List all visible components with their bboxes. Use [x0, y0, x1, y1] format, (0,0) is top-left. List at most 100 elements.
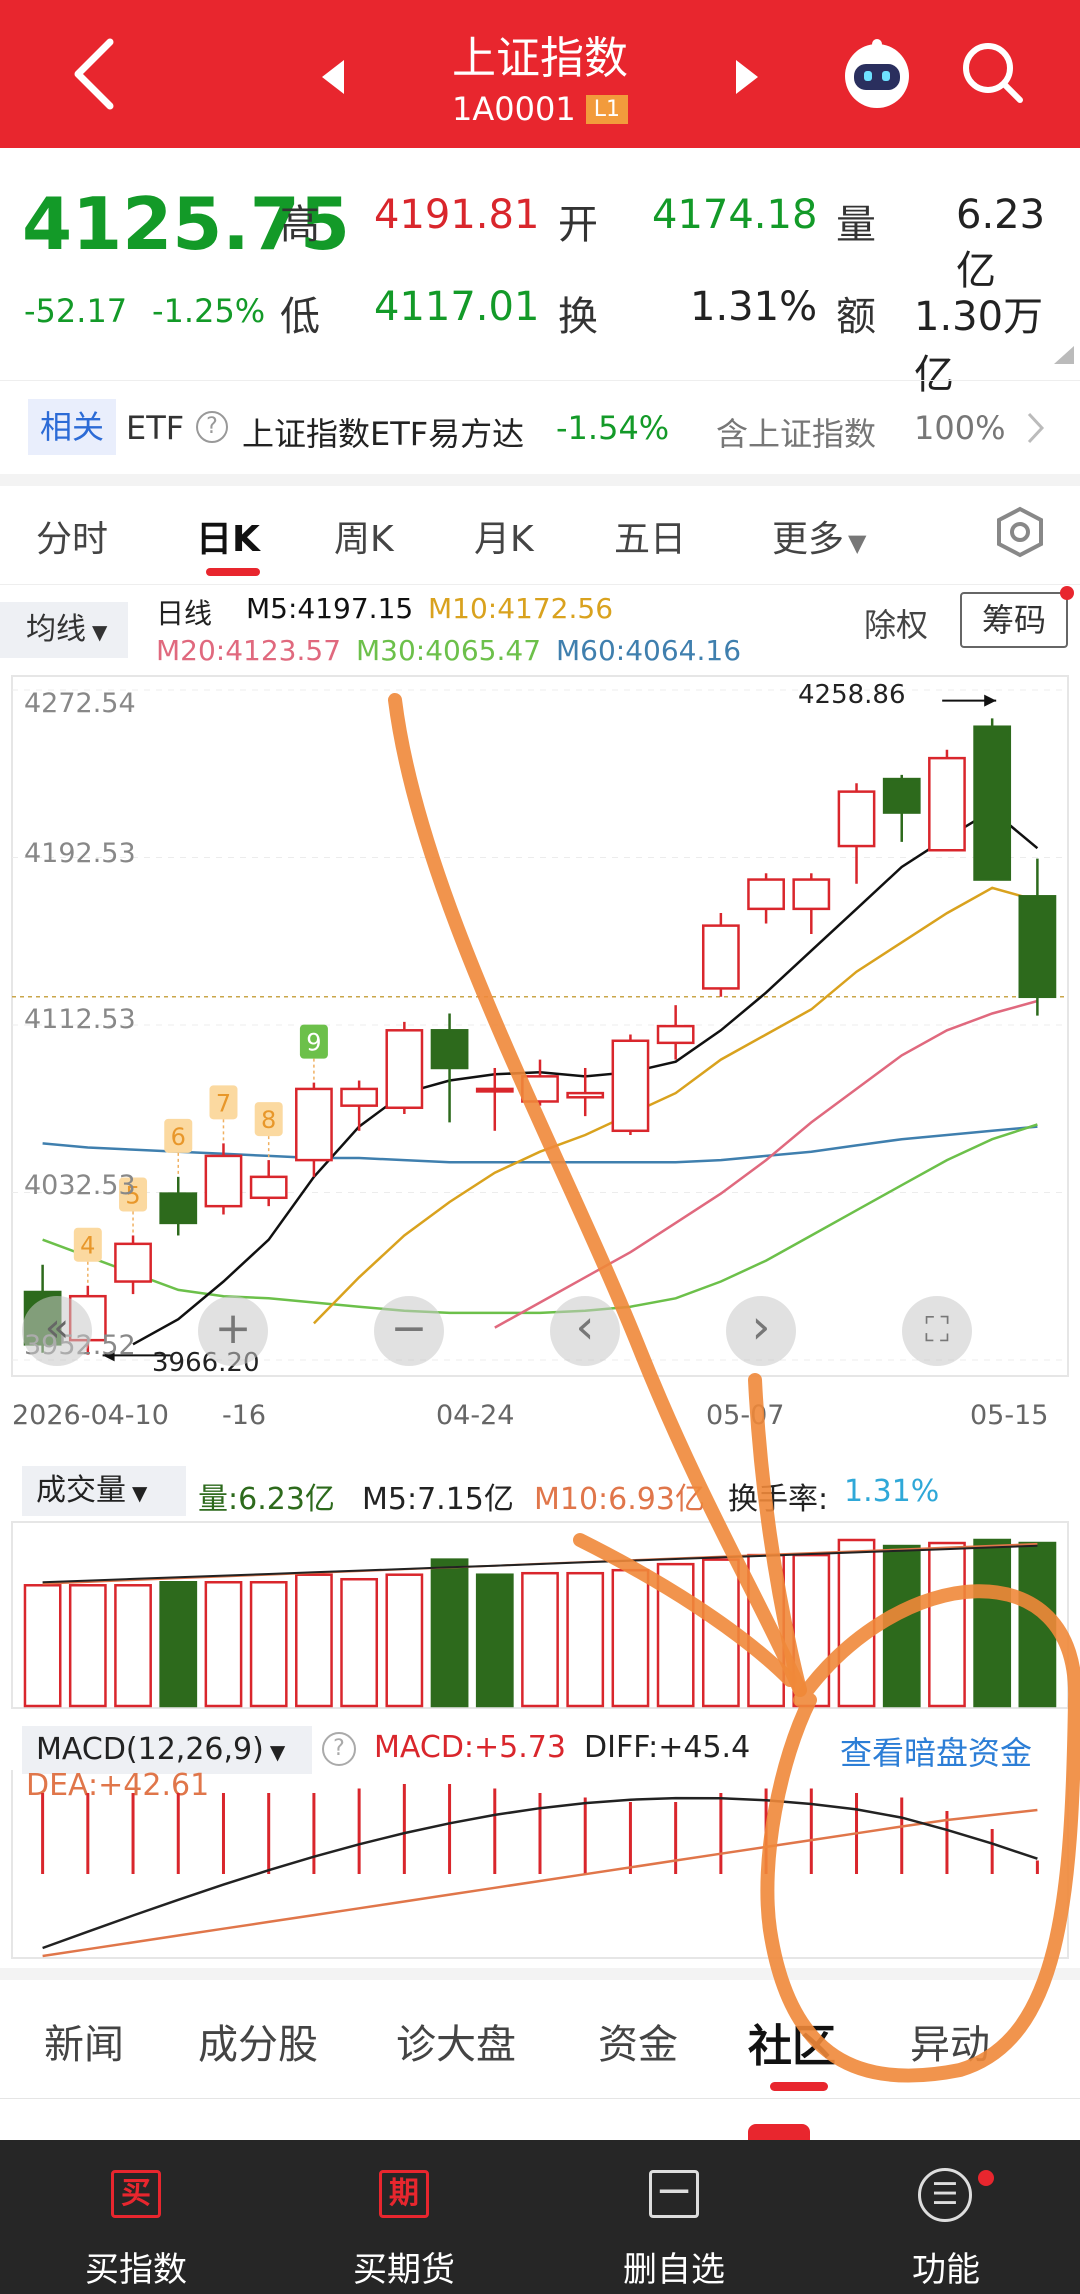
candle-up — [747, 878, 785, 911]
robot-assistant-icon[interactable] — [838, 38, 916, 110]
volume-bar-up — [701, 1558, 740, 1708]
candle-down — [1018, 895, 1057, 999]
chips-button[interactable]: 筹码 — [960, 592, 1068, 648]
volume-bar-down — [1018, 1541, 1057, 1708]
candle-up — [701, 924, 740, 990]
volume-bar-down — [882, 1544, 921, 1708]
x-date-label: 2026-04-10 — [12, 1400, 169, 1431]
macd-help-icon[interactable]: ? — [322, 1732, 356, 1766]
menu-circle-icon: ☰ — [918, 2168, 972, 2222]
zoom-in-button[interactable]: + — [198, 1296, 268, 1366]
tab-more-label: 更多 — [772, 519, 845, 560]
candle-up — [656, 1024, 695, 1045]
macd-chart[interactable] — [0, 1770, 1080, 1960]
macd-selector-label: MACD(12,26,9) — [36, 1732, 264, 1767]
candle-up — [792, 878, 831, 911]
notification-dot — [978, 2170, 994, 2186]
tab-daily-k[interactable]: 日K — [196, 510, 260, 562]
candle-up — [114, 1242, 152, 1283]
volume-bar-up — [114, 1584, 152, 1708]
max-arrowhead — [984, 694, 997, 707]
x-date-label: 05-15 — [970, 1400, 1049, 1431]
nav-label: 功能 — [912, 2250, 980, 2290]
volume-chart[interactable] — [0, 1520, 1080, 1710]
y-tick-label: 4192.53 — [24, 838, 136, 869]
volume-bar-up — [340, 1577, 379, 1708]
stock-code: 1A0001 L1 — [0, 90, 1080, 128]
volume-bar-up — [295, 1573, 333, 1708]
low-label: 低 — [280, 294, 320, 340]
tab-anomaly[interactable]: 异动 — [910, 2012, 990, 2070]
exright-button[interactable]: 除权 — [864, 600, 928, 646]
vol-today: 量:6.23亿 — [198, 1482, 335, 1517]
signal-label: 8 — [261, 1106, 276, 1134]
dark-pool-link[interactable]: 查看暗盘资金 — [840, 1728, 1032, 1774]
tab-five-day[interactable]: 五日 — [614, 510, 686, 562]
period-tabs: 分时 日K 周K 月K 五日 更多 ▼ — [0, 486, 1080, 584]
nav-label: 删自选 — [623, 2250, 725, 2290]
settings-hexagon-icon[interactable] — [994, 506, 1046, 558]
kline-chart[interactable]: 456789 — [0, 670, 1080, 1380]
zoom-out-button[interactable]: − — [374, 1296, 444, 1366]
help-icon[interactable]: ? — [196, 411, 228, 443]
level-badge: L1 — [585, 95, 628, 124]
ma-selector[interactable]: 均线 ▼ — [0, 602, 128, 658]
candle-down — [430, 1029, 469, 1070]
scroll-right-button[interactable]: › — [726, 1296, 796, 1366]
signal-label: 4 — [80, 1232, 95, 1260]
candle-up — [340, 1087, 379, 1107]
volume-bar-up — [837, 1538, 876, 1708]
tab-intraday[interactable]: 分时 — [36, 510, 108, 562]
volume-bar-up — [656, 1562, 695, 1708]
ma10-value: M10:4172.56 — [428, 592, 614, 625]
volume-bar-up — [68, 1584, 107, 1708]
vol-m10: M10:6.93亿 — [534, 1482, 705, 1517]
candle-up — [475, 1087, 514, 1093]
app-root: 上证指数 1A0001 L1 4125.75 -52.17 -1.25% 高 41… — [0, 0, 1080, 2294]
ma-type: 日线 — [156, 597, 213, 630]
tab-diagnosis[interactable]: 诊大盘 — [396, 2012, 516, 2070]
low-value: 4117.01 — [374, 284, 540, 330]
related-etf-bar[interactable]: 相关 ETF ? 上证指数ETF易方达 -1.54% 含上证指数 100% — [0, 380, 1080, 474]
next-stock-icon[interactable] — [734, 58, 760, 96]
expand-corner-icon[interactable] — [1054, 346, 1074, 364]
x-date-label: 05-07 — [706, 1400, 785, 1431]
signal-label: 6 — [171, 1123, 186, 1151]
tab-constituents[interactable]: 成分股 — [198, 2012, 318, 2070]
tab-monthly-k[interactable]: 月K — [474, 510, 534, 562]
volume-bar-up — [747, 1553, 785, 1708]
y-tick-label: 4272.54 — [24, 688, 136, 719]
volume-bar-up — [792, 1553, 831, 1708]
stock-code-text: 1A0001 — [452, 90, 576, 128]
futures-icon: 期 — [379, 2170, 429, 2218]
scroll-left-button[interactable]: ‹ — [550, 1296, 620, 1366]
vol-m5: M5:7.15亿 — [362, 1482, 514, 1517]
fullscreen-button[interactable]: ⛶ — [902, 1296, 972, 1366]
y-tick-label: 4032.53 — [24, 1170, 136, 1201]
volume-bar-up — [23, 1584, 62, 1708]
tab-funds[interactable]: 资金 — [598, 2012, 678, 2070]
ma60-value: M60:4064.16 — [556, 634, 742, 667]
chevron-right-icon — [1027, 412, 1045, 444]
nav-label: 买指数 — [85, 2250, 187, 2290]
minus-box-icon: 一 — [649, 2170, 699, 2218]
max-price-label: 4258.86 — [798, 680, 906, 710]
high-value: 4191.81 — [374, 192, 540, 238]
tab-weekly-k[interactable]: 周K — [334, 510, 394, 562]
signal-label: 7 — [216, 1089, 231, 1117]
tab-community[interactable]: 社区 — [748, 2010, 836, 2074]
ma5-value: M5:4197.15 — [246, 592, 414, 625]
etf-name: 上证指数ETF易方达 — [242, 415, 525, 453]
chart-first-button[interactable]: « — [22, 1296, 92, 1366]
macd-selector[interactable]: MACD(12,26,9) ▼ — [22, 1726, 312, 1774]
volume-selector[interactable]: 成交量 ▼ — [22, 1466, 186, 1516]
top-header: 上证指数 1A0001 L1 — [0, 0, 1080, 148]
search-icon[interactable] — [960, 40, 1026, 106]
nav-label: 买期货 — [353, 2250, 455, 2290]
volume-bar-up — [566, 1571, 605, 1708]
tab-more[interactable]: 更多 ▼ — [772, 510, 866, 562]
volume-bar-down — [430, 1558, 469, 1708]
volume-bar-up — [521, 1571, 559, 1708]
open-value: 4174.18 — [652, 192, 818, 238]
tab-news[interactable]: 新闻 — [44, 2012, 124, 2070]
